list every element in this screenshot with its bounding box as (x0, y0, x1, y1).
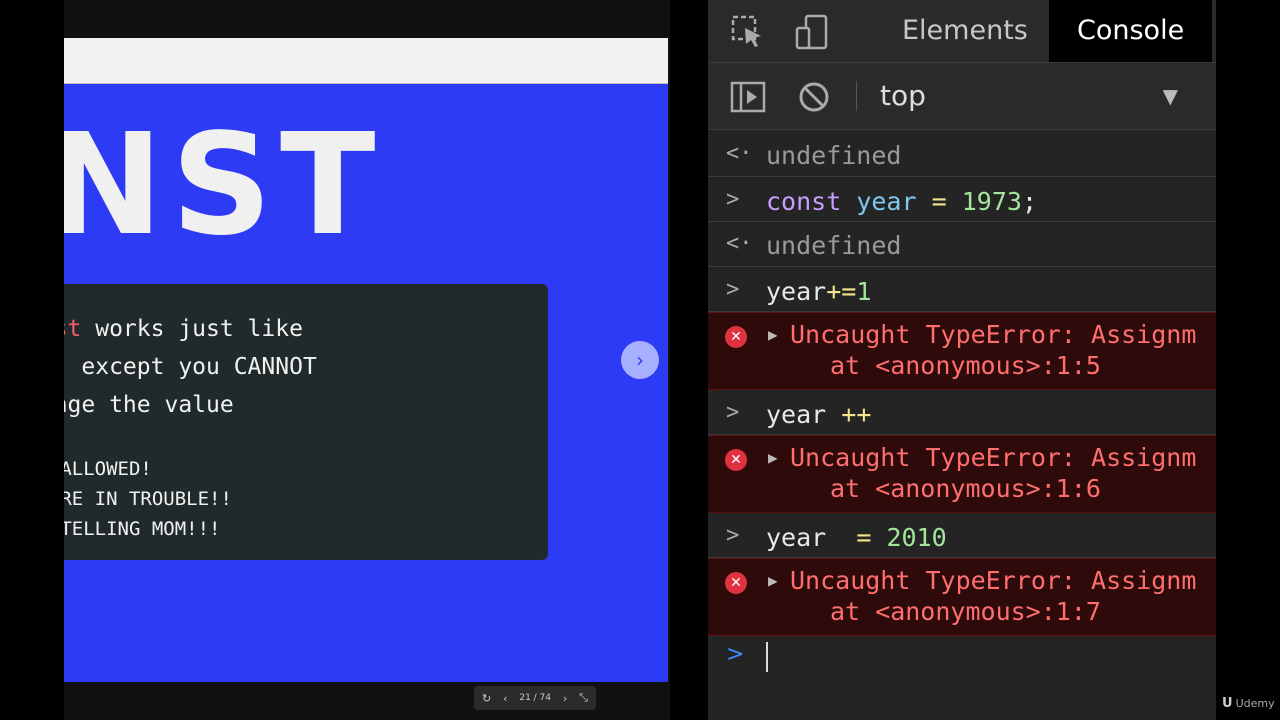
input-code: year = 2010 (766, 523, 947, 552)
code-number: 2010 (886, 523, 947, 552)
code-number: 1 (856, 277, 872, 306)
context-select[interactable]: top ▼ (880, 63, 1198, 129)
shout-line-2: OU'RE IN TROUBLE!! (64, 488, 232, 510)
input-chevron-icon: > (726, 523, 740, 548)
error-icon: ✕ (725, 572, 747, 594)
code-variable: year (766, 400, 842, 429)
explain-text: onst works just like et, except you CANN… (64, 310, 317, 424)
slide-viewer: NST onst works just like et, except you … (64, 0, 670, 720)
tab-elements[interactable]: Elements (874, 0, 1056, 62)
udemy-watermark: U Udemy (1222, 696, 1275, 711)
prev-icon[interactable]: ‹ (503, 692, 507, 705)
devtools-tabbar: Elements Console (708, 0, 1216, 63)
console-input-row: > year ++ (708, 390, 1216, 435)
code-number: 1973 (961, 187, 1022, 216)
explain-line-3: hange the value (64, 392, 234, 418)
error-message: Uncaught TypeError: Assignm (790, 320, 1197, 349)
console-output: <· undefined > const year = 1973; <· und… (708, 132, 1216, 636)
tab-console[interactable]: Console (1049, 0, 1213, 62)
udemy-logo-text: Udemy (1235, 697, 1275, 710)
error-message: Uncaught TypeError: Assignm (790, 443, 1197, 472)
code-operator: = (856, 523, 872, 552)
input-chevron-icon: > (726, 187, 740, 212)
next-icon[interactable]: › (563, 692, 567, 705)
console-toolbar: top ▼ (708, 63, 1216, 130)
console-prompt[interactable]: > (708, 640, 1216, 680)
slide-counter: 21 / 74 (519, 693, 552, 703)
error-icon: ✕ (725, 326, 747, 348)
code-variable: year (766, 277, 827, 306)
console-result-row: <· undefined (708, 132, 1216, 177)
slide-next-button[interactable]: › (621, 341, 659, 379)
text-caret (766, 642, 768, 672)
console-input-row: > year+=1 (708, 267, 1216, 312)
input-code: const year = 1973; (766, 187, 1037, 216)
reload-icon[interactable]: ↻ (482, 692, 491, 705)
console-input-row: > year = 2010 (708, 513, 1216, 558)
code-panel: onst works just like et, except you CANN… (64, 284, 548, 560)
shout-line-3: 'M TELLING MOM!!! (64, 518, 221, 540)
input-chevron-icon: > (726, 277, 740, 302)
console-result-row: <· undefined (708, 222, 1216, 267)
console-error-row: ✕ ▶ Uncaught TypeError: Assignm at <anon… (708, 435, 1216, 513)
console-error-row: ✕ ▶ Uncaught TypeError: Assignm at <anon… (708, 558, 1216, 636)
error-location[interactable]: at <anonymous>:1:5 (830, 351, 1101, 380)
error-location[interactable]: at <anonymous>:1:6 (830, 474, 1101, 503)
code-variable: year (766, 523, 857, 552)
expand-triangle-icon[interactable]: ▶ (768, 571, 778, 590)
devtools-panel: Elements Console top ▼ <· undefined > co… (708, 0, 1216, 720)
toolbar-divider (856, 81, 857, 111)
expand-triangle-icon[interactable]: ▶ (768, 325, 778, 344)
input-code: year ++ (766, 400, 871, 429)
code-semicolon: ; (1021, 187, 1038, 216)
fullscreen-icon[interactable]: ⤡ (579, 691, 588, 705)
result-text: undefined (766, 231, 902, 260)
device-toolbar-icon[interactable] (790, 0, 834, 62)
code-operator: = (931, 187, 947, 216)
sidebar-toggle-icon[interactable] (726, 63, 770, 129)
expand-triangle-icon[interactable]: ▶ (768, 448, 778, 467)
console-error-row: ✕ ▶ Uncaught TypeError: Assignm at <anon… (708, 312, 1216, 390)
slide-controls: ↻ ‹ 21 / 74 › ⤡ (474, 686, 596, 710)
result-arrow-icon: <· (726, 231, 753, 256)
input-code: year+=1 (766, 277, 871, 306)
explain-line-1: works just like (81, 316, 303, 342)
clear-console-icon[interactable] (792, 63, 836, 129)
result-text: undefined (766, 141, 902, 170)
explain-line-2: et, except you CANNOT (64, 354, 317, 380)
slide-heading: NST (64, 104, 384, 267)
context-value: top (880, 79, 926, 112)
console-input-row: > const year = 1973; (708, 177, 1216, 222)
inspect-element-icon[interactable] (726, 0, 770, 62)
input-chevron-icon: > (726, 400, 740, 425)
shout-text: OT ALLOWED! OU'RE IN TROUBLE!! 'M TELLIN… (64, 454, 232, 544)
error-icon: ✕ (725, 449, 747, 471)
slide: NST onst works just like et, except you … (64, 84, 668, 682)
code-operator: ++ (841, 400, 872, 429)
shout-line-1: OT ALLOWED! (64, 458, 152, 480)
dropdown-arrow-icon: ▼ (1162, 84, 1178, 108)
error-location[interactable]: at <anonymous>:1:7 (830, 597, 1101, 626)
prompt-chevron-icon: > (726, 642, 745, 667)
code-variable: year (856, 187, 917, 216)
error-message: Uncaught TypeError: Assignm (790, 566, 1197, 595)
code-operator: += (826, 277, 857, 306)
const-keyword: onst (64, 316, 82, 342)
udemy-logo-mark: U (1222, 696, 1233, 711)
result-arrow-icon: <· (726, 141, 753, 166)
code-keyword: const (766, 187, 842, 216)
slide-top-bar (64, 38, 668, 84)
